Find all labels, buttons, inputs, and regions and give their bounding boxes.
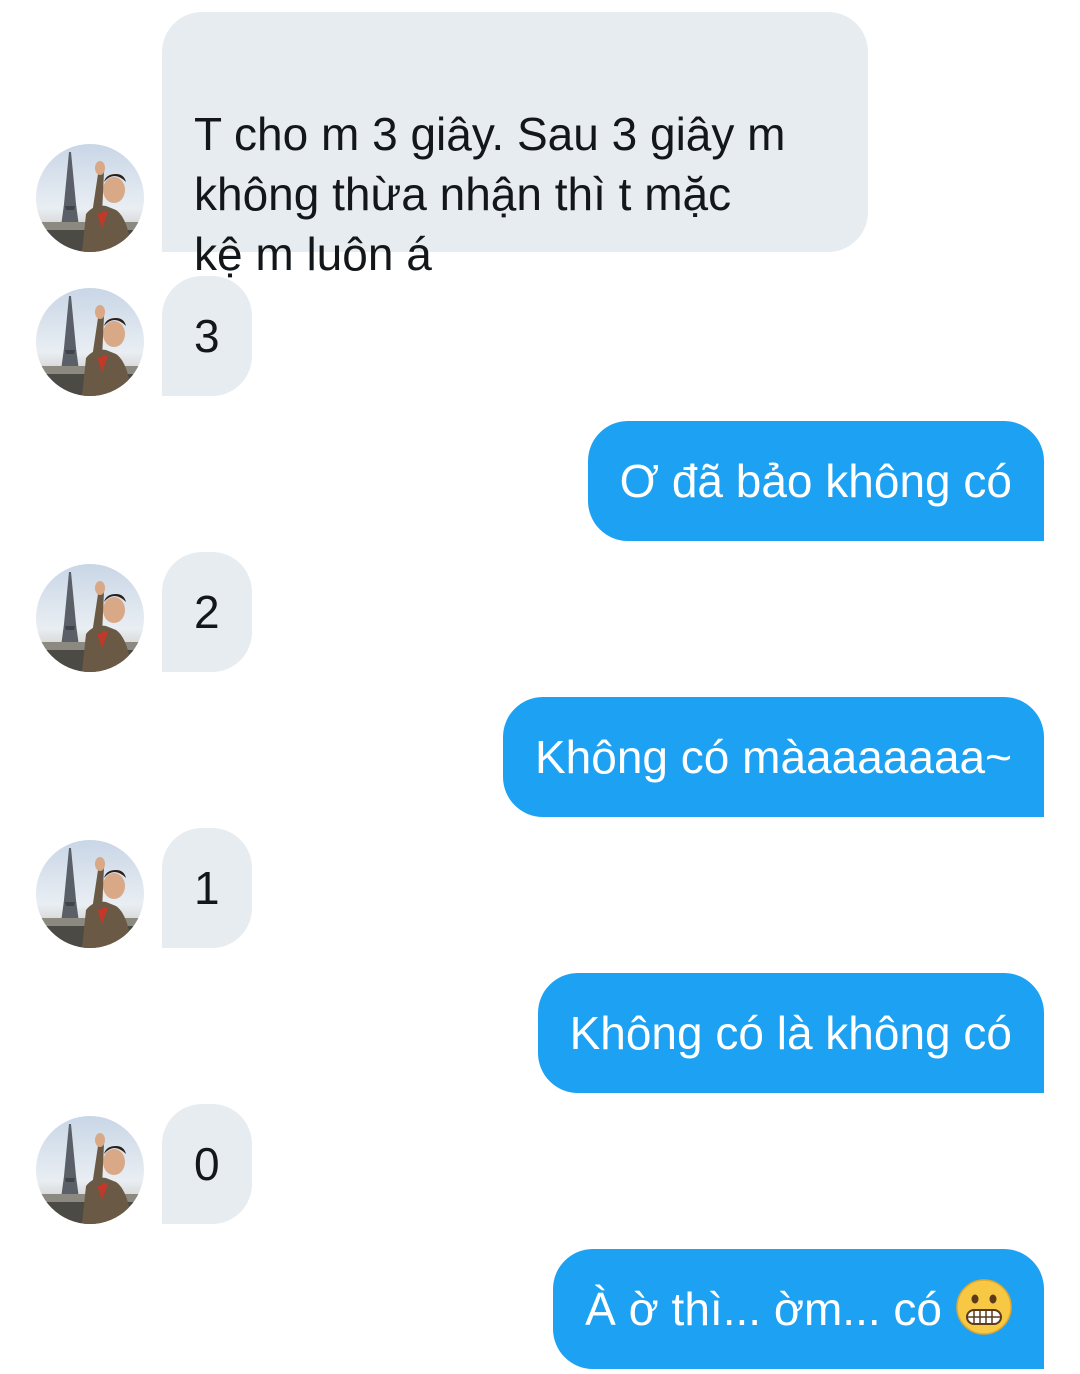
message-text: Ơ đã bảo không có xyxy=(619,455,1012,507)
avatar[interactable] xyxy=(36,564,144,672)
outgoing-message-bubble[interactable]: Không có là không có xyxy=(537,973,1044,1093)
outgoing-message-bubble[interactable]: Ơ đã bảo không có xyxy=(587,421,1044,541)
incoming-message-bubble[interactable]: 1 xyxy=(162,828,252,948)
message-text: 3 xyxy=(194,310,220,362)
incoming-message-bubble[interactable]: T cho m 3 giây. Sau 3 giây m không thừa … xyxy=(162,12,868,280)
outgoing-message-bubble[interactable]: À ờ thì... ờm... có xyxy=(553,1249,1044,1369)
message-text: À ờ thì... ờm... có xyxy=(585,1283,942,1335)
message-text: Không có màaaaaaaa~ xyxy=(534,731,1012,783)
message-text: Không có là không có xyxy=(569,1007,1012,1059)
message-text: 2 xyxy=(194,586,220,638)
message-text: 1 xyxy=(194,862,220,914)
avatar[interactable] xyxy=(36,1116,144,1224)
incoming-message-bubble[interactable]: 3 xyxy=(162,276,252,396)
incoming-message-bubble[interactable]: 2 xyxy=(162,552,252,672)
avatar[interactable] xyxy=(36,144,144,252)
outgoing-message-bubble[interactable]: Không có màaaaaaaa~ xyxy=(502,697,1044,817)
incoming-message-bubble[interactable]: 0 xyxy=(162,1104,252,1224)
message-text: T cho m 3 giây. Sau 3 giây m không thừa … xyxy=(194,108,786,280)
message-text: 0 xyxy=(194,1138,220,1190)
avatar[interactable] xyxy=(36,288,144,396)
avatar[interactable] xyxy=(36,840,144,948)
grimacing-face-icon xyxy=(956,1279,1012,1335)
